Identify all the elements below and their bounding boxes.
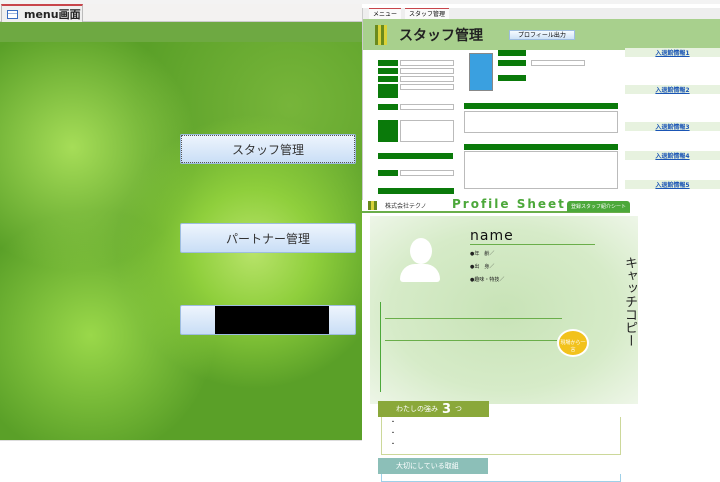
profile-badge: 登録スタッフ紹介シート <box>566 201 630 212</box>
bullet: ・ <box>390 419 397 426</box>
staff-management-button[interactable]: スタッフ管理 <box>180 134 356 164</box>
profile-name: name <box>470 228 595 245</box>
profile-body: name ●年 齢／ ●出 身／ ●趣味・特技／ キャッチコピー 現場から一言 <box>370 216 638 404</box>
panel-section-title[interactable]: 入退館情報1 <box>625 48 720 57</box>
panel-section-title[interactable]: 入退館情報5 <box>625 180 720 189</box>
company-name: 株式会社テクノ <box>385 203 427 210</box>
menu-form: スタッフ管理 パートナー管理 <box>0 22 362 440</box>
divider <box>385 340 557 341</box>
panel-section-title[interactable]: 入退館情報3 <box>625 122 720 131</box>
values-list <box>381 474 621 482</box>
entry-exit-panel: 入退館情報1 入退館情報2 入退館情報3 入退館情報4 入退館情報5 <box>625 44 720 244</box>
company-logo <box>368 201 377 210</box>
profile-origin: ●出 身／ <box>470 264 495 270</box>
person-silhouette-icon <box>400 238 440 286</box>
staff-title: スタッフ管理 <box>399 27 483 44</box>
profile-output-button[interactable]: プロフィール出力 <box>509 29 575 40</box>
tab-menu[interactable]: menu画面 <box>1 4 83 23</box>
staff-photo <box>469 53 493 91</box>
catch-copy: キャッチコピー <box>622 256 637 347</box>
panel-section-title[interactable]: 入退館情報4 <box>625 151 720 160</box>
comment-seal: 現場から一言 <box>557 329 589 357</box>
profile-header: 株式会社テクノ Profile Sheet 登録スタッフ紹介シート <box>362 197 630 213</box>
document-tab-bar: menu画面 <box>0 4 362 23</box>
tab-staff-mini[interactable]: スタッフ管理 <box>405 8 450 19</box>
button-label: パートナー管理 <box>225 231 310 246</box>
staff-tabs: メニュー スタッフ管理 <box>363 8 720 19</box>
strengths-list: ・・・ <box>381 417 621 455</box>
bullet: ・ <box>390 441 397 448</box>
divider <box>380 302 381 392</box>
bullet: ・ <box>390 430 397 437</box>
values-label: 大切にしている取組 <box>396 462 459 470</box>
strengths-suffix: つ <box>455 405 463 413</box>
strengths-header: わたしの強み 3 つ <box>378 401 489 417</box>
button-label: スタッフ管理 <box>231 142 304 157</box>
company-logo <box>375 24 387 45</box>
strengths-label: わたしの強み <box>396 405 438 413</box>
partner-management-button[interactable]: パートナー管理 <box>180 223 356 253</box>
profile-sheet: 株式会社テクノ Profile Sheet 登録スタッフ紹介シート name ●… <box>362 197 638 482</box>
tab-label: menu画面 <box>24 8 81 21</box>
profile-hobby: ●趣味・特技／ <box>470 277 505 283</box>
redaction-block <box>215 306 329 334</box>
values-header: 大切にしている取組 <box>378 458 488 474</box>
redacted-button[interactable] <box>180 305 356 335</box>
strengths-count: 3 <box>442 401 452 417</box>
divider <box>385 318 562 319</box>
profile-age: ●年 齢／ <box>470 251 495 257</box>
profile-title: Profile Sheet <box>452 197 566 211</box>
form-header <box>0 22 362 42</box>
form-footer <box>0 440 362 482</box>
tab-menu-mini[interactable]: メニュー <box>369 8 402 19</box>
form-icon <box>7 9 18 19</box>
panel-section-title[interactable]: 入退館情報2 <box>625 85 720 94</box>
